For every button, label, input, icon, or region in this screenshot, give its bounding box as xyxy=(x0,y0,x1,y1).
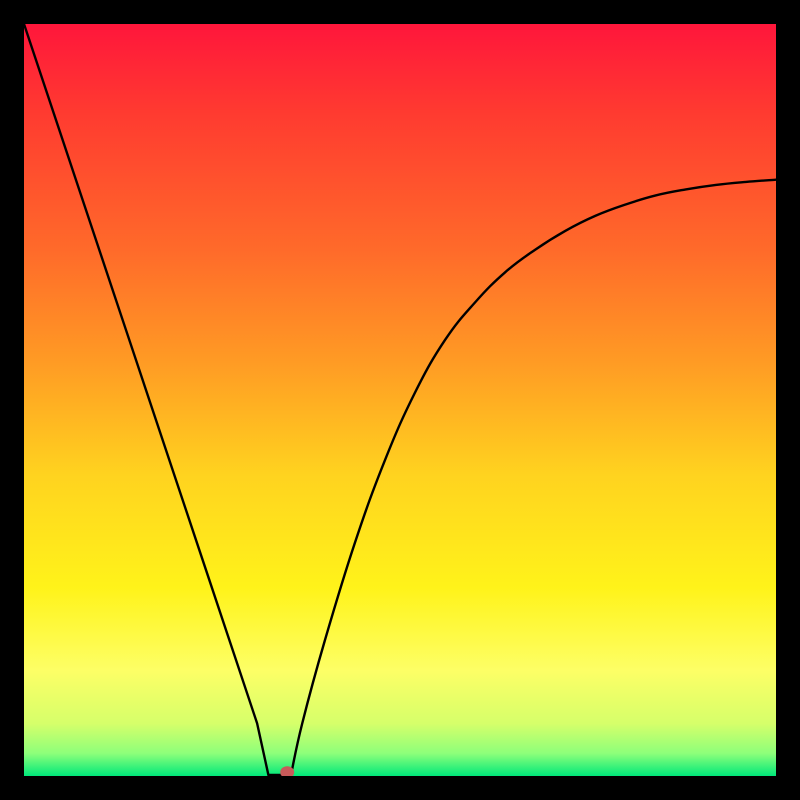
chart-stage: TheBottleneck.com xyxy=(0,0,800,800)
plot-frame xyxy=(0,0,800,800)
